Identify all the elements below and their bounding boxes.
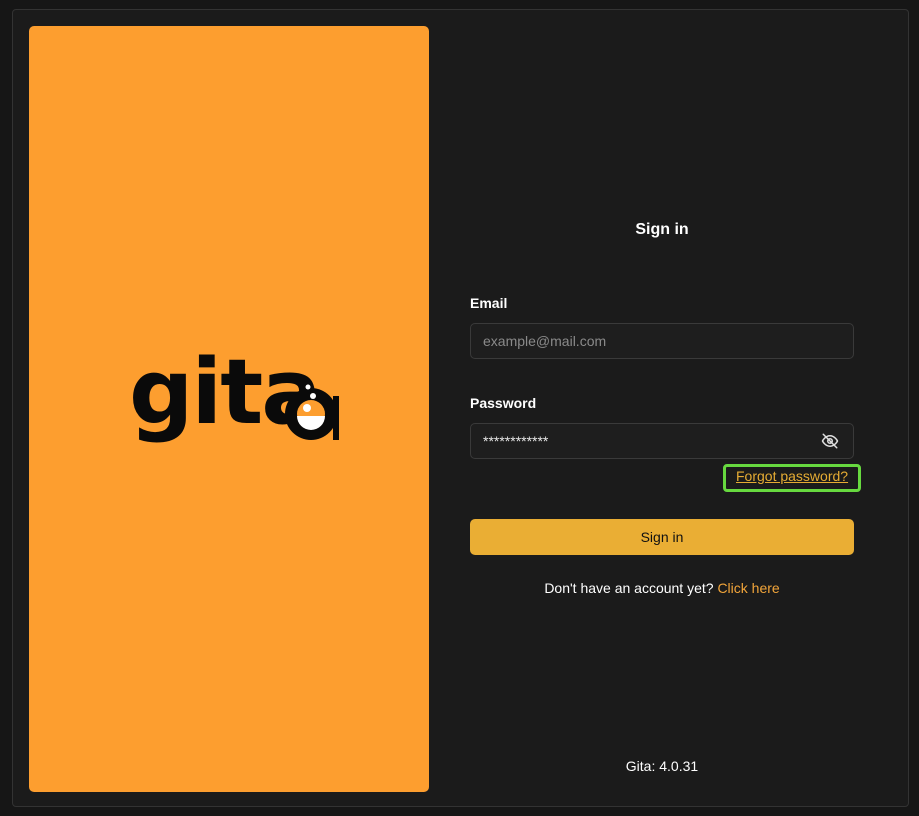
sign-in-button[interactable]: Sign in: [470, 519, 854, 555]
sign-in-form: Sign in Email Password Forgot password? …: [470, 0, 861, 816]
forgot-password-link[interactable]: Forgot password?: [736, 468, 848, 484]
brand-panel: gita: [29, 26, 429, 792]
signup-prompt: Don't have an account yet? Click here: [470, 580, 854, 596]
signup-prompt-text: Don't have an account yet?: [544, 580, 714, 596]
email-field[interactable]: [470, 323, 854, 359]
eye-off-icon[interactable]: [820, 432, 840, 450]
password-label: Password: [470, 395, 537, 411]
gita-logo: gita: [129, 338, 339, 448]
email-label: Email: [470, 295, 508, 311]
signup-link[interactable]: Click here: [717, 580, 779, 596]
flask-icon: [285, 384, 339, 440]
page-title: Sign in: [635, 221, 689, 238]
version-label: Gita: 4.0.31: [625, 758, 699, 774]
password-field[interactable]: [470, 423, 854, 459]
